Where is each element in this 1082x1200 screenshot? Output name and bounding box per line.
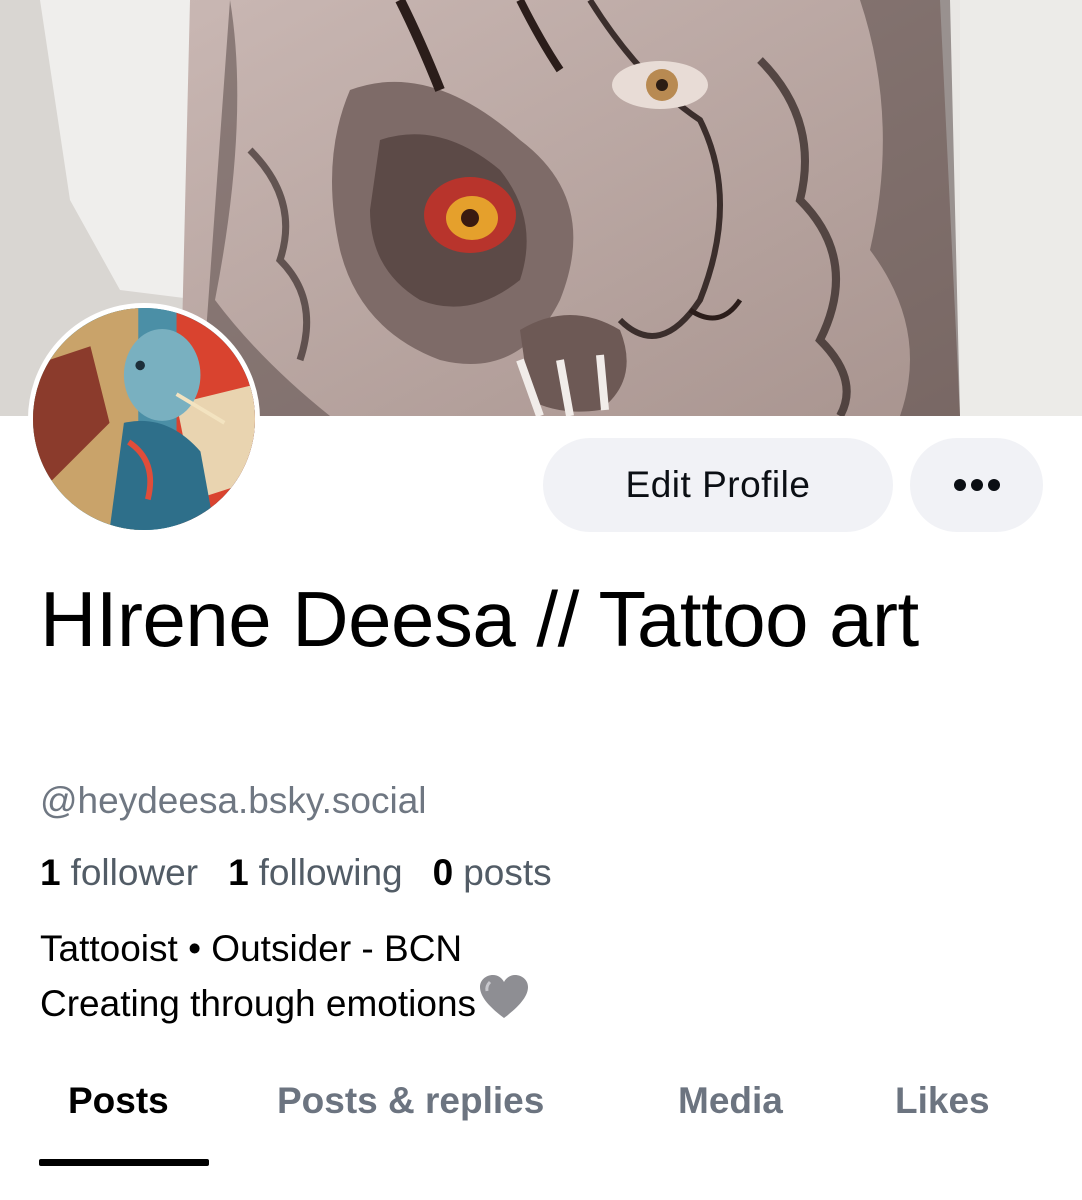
active-tab-indicator xyxy=(39,1159,209,1166)
profile-bio: Tattooist • Outsider - BCN Creating thro… xyxy=(40,924,530,1029)
profile-tabs: Posts Posts & replies Media Likes xyxy=(0,1060,1082,1170)
following-label: following xyxy=(258,852,403,893)
ellipsis-icon xyxy=(953,479,1000,491)
profile-avatar[interactable] xyxy=(28,303,260,535)
grey-heart-icon xyxy=(480,975,529,1018)
edit-profile-button[interactable]: Edit Profile xyxy=(543,438,893,532)
tab-media[interactable]: Media xyxy=(678,1080,783,1122)
avatar-image xyxy=(33,308,255,530)
profile-stats: 1 follower 1 following 0 posts xyxy=(40,852,552,894)
tab-likes[interactable]: Likes xyxy=(895,1080,990,1122)
more-options-button[interactable] xyxy=(910,438,1043,532)
bio-line-2: Creating through emotions xyxy=(40,983,477,1024)
posts-stat: 0 posts xyxy=(433,852,552,894)
edit-profile-label: Edit Profile xyxy=(625,464,811,505)
followers-label: follower xyxy=(70,852,199,893)
profile-page: Edit Profile HIrene Deesa // Tattoo art … xyxy=(0,0,1082,1200)
followers-stat[interactable]: 1 follower xyxy=(40,852,198,894)
following-stat[interactable]: 1 following xyxy=(228,852,403,894)
tab-posts-and-replies[interactable]: Posts & replies xyxy=(277,1080,544,1122)
bio-line-1: Tattooist • Outsider - BCN xyxy=(40,928,463,969)
following-count: 1 xyxy=(228,852,249,893)
bio-line-2-wrap: Creating through emotions xyxy=(40,974,530,1029)
profile-handle: @heydeesa.bsky.social xyxy=(40,780,427,821)
display-name: HIrene Deesa // Tattoo art xyxy=(40,575,919,663)
followers-count: 1 xyxy=(40,852,61,893)
posts-count: 0 xyxy=(432,852,454,893)
tab-posts[interactable]: Posts xyxy=(68,1080,169,1122)
posts-label: posts xyxy=(463,852,552,893)
